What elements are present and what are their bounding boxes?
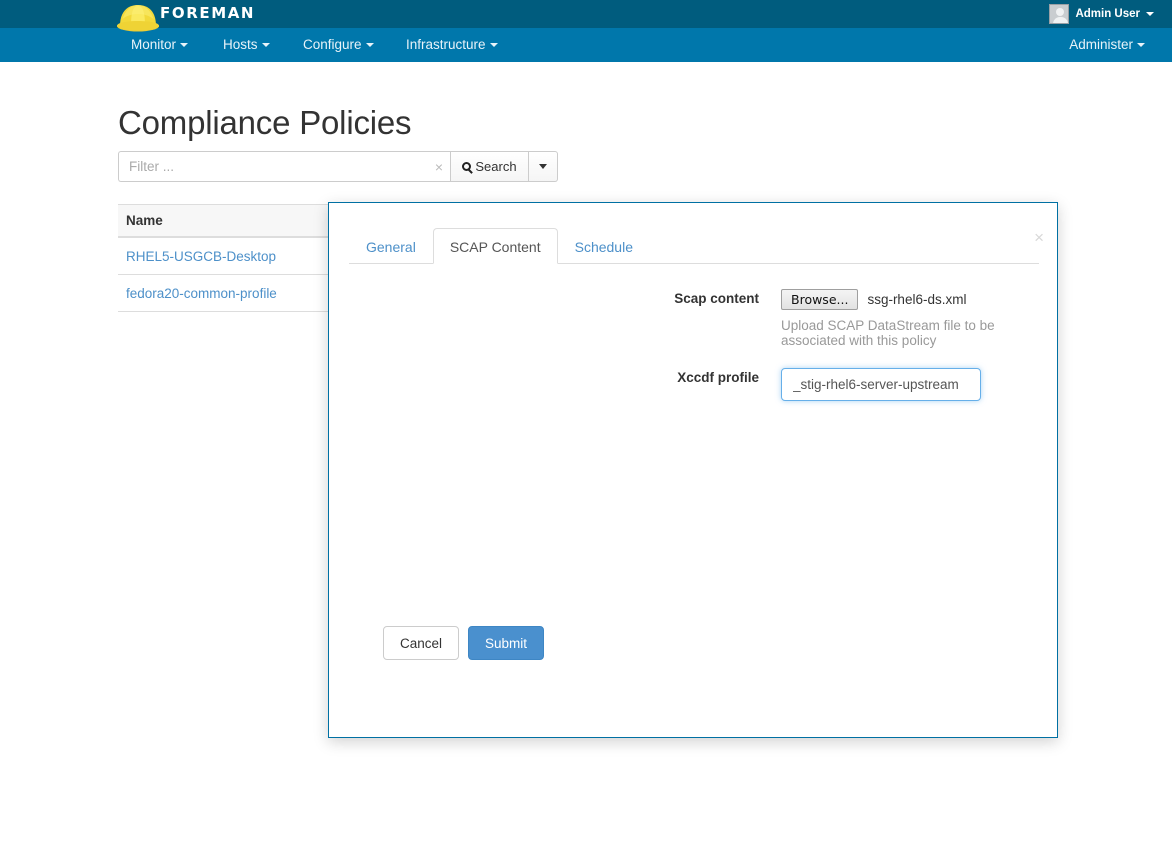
tab-scap-content[interactable]: SCAP Content bbox=[432, 228, 558, 264]
scap-content-form-row: Scap content Browse... ssg-rhel6-ds.xml … bbox=[329, 289, 1059, 348]
nav-item-label: Configure bbox=[303, 37, 362, 52]
page-title: Compliance Policies bbox=[118, 104, 412, 142]
nav-item-infrastructure[interactable]: Infrastructure bbox=[397, 28, 507, 62]
file-upload-line: Browse... ssg-rhel6-ds.xml bbox=[781, 289, 1059, 310]
search-button-label: Search bbox=[475, 159, 517, 174]
user-avatar-icon bbox=[1049, 4, 1070, 24]
modal-tabs: General SCAP Content Schedule bbox=[349, 227, 1039, 264]
submit-button[interactable]: Submit bbox=[468, 626, 545, 660]
scap-content-control: Browse... ssg-rhel6-ds.xml Upload SCAP D… bbox=[781, 289, 1059, 348]
policy-link[interactable]: fedora20-common-profile bbox=[118, 286, 277, 301]
hard-hat-icon bbox=[117, 5, 159, 32]
magnifier-icon bbox=[462, 162, 472, 171]
filter-input-wrapper: × bbox=[118, 151, 450, 182]
modal-actions: Cancel Submit bbox=[383, 626, 545, 660]
search-button[interactable]: Search bbox=[450, 151, 529, 182]
search-dropdown-button[interactable] bbox=[529, 151, 558, 182]
nav-item-label: Administer bbox=[1069, 37, 1133, 52]
xccdf-profile-control bbox=[781, 368, 1059, 401]
nav-item-hosts[interactable]: Hosts bbox=[214, 28, 279, 62]
search-input[interactable] bbox=[119, 152, 450, 181]
cancel-button[interactable]: Cancel bbox=[383, 626, 460, 660]
clear-search-icon[interactable]: × bbox=[435, 159, 443, 175]
caret-down-icon bbox=[1137, 43, 1145, 48]
nav-item-configure[interactable]: Configure bbox=[294, 28, 383, 62]
nav-item-label: Hosts bbox=[223, 37, 258, 52]
policy-modal-dialog: × General SCAP Content Schedule Scap con… bbox=[328, 202, 1058, 738]
scap-content-help-text: Upload SCAP DataStream file to be associ… bbox=[781, 318, 995, 348]
xccdf-profile-label: Xccdf profile bbox=[677, 370, 759, 385]
caret-down-icon bbox=[539, 164, 547, 169]
caret-down-icon bbox=[489, 43, 498, 48]
top-navbar: FOREMAN bbox=[0, 0, 1172, 28]
scap-content-label: Scap content bbox=[674, 291, 759, 306]
browse-file-button[interactable]: Browse... bbox=[781, 289, 859, 310]
brand-title: FOREMAN bbox=[160, 4, 256, 22]
nav-item-label: Infrastructure bbox=[406, 37, 486, 52]
user-name-label: Admin User bbox=[1075, 8, 1140, 20]
user-menu[interactable]: Admin User bbox=[1049, 3, 1154, 25]
caret-down-icon bbox=[1146, 12, 1154, 16]
tab-general[interactable]: General bbox=[349, 228, 433, 264]
caret-down-icon bbox=[261, 43, 270, 48]
selected-file-name: ssg-rhel6-ds.xml bbox=[867, 292, 967, 307]
xccdf-profile-input[interactable] bbox=[781, 368, 981, 401]
main-navbar: Monitor Hosts Configure Infrastructure A… bbox=[0, 28, 1172, 62]
nav-item-label: Monitor bbox=[131, 37, 177, 52]
nav-item-administer[interactable]: Administer bbox=[1060, 28, 1154, 62]
policy-link[interactable]: RHEL5-USGCB-Desktop bbox=[118, 249, 276, 264]
search-bar: × Search bbox=[118, 151, 558, 182]
caret-down-icon bbox=[365, 43, 374, 48]
nav-item-monitor[interactable]: Monitor bbox=[122, 28, 197, 62]
column-header-name: Name bbox=[126, 213, 163, 228]
caret-down-icon bbox=[180, 43, 189, 48]
xccdf-profile-form-row: Xccdf profile bbox=[329, 368, 1059, 401]
tab-schedule[interactable]: Schedule bbox=[558, 228, 650, 264]
